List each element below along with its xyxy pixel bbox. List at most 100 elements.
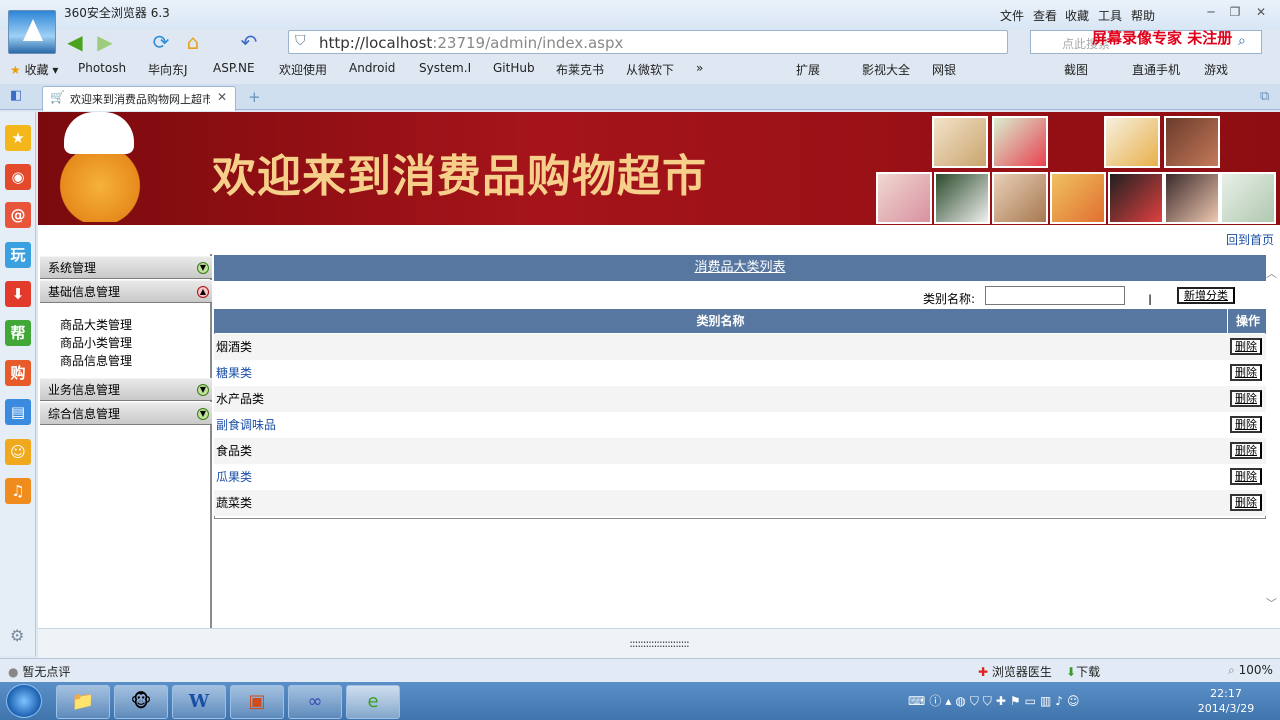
browser-doctor[interactable]: ✚ 浏览器医生 — [978, 663, 1052, 680]
list-title[interactable]: 消费品大类列表 — [214, 255, 1266, 281]
delete-button[interactable]: 删除 — [1230, 416, 1262, 433]
shield-icon: ⛉ — [295, 33, 306, 49]
bookmark-github[interactable]: GitHub — [493, 61, 535, 75]
delete-button[interactable]: 删除 — [1230, 494, 1262, 511]
new-tab-icon[interactable]: + — [248, 88, 261, 106]
menu-system[interactable]: 系统管理 ▼ — [40, 256, 212, 279]
toolbar-ebank[interactable]: 网银 — [932, 61, 956, 78]
bookmark-android[interactable]: Android — [349, 61, 395, 75]
recorder-watermark: 屏幕录像专家 未注册 — [1092, 29, 1233, 47]
url-text: http://localhost:23719/admin/index.aspx — [319, 34, 624, 52]
search-icon[interactable]: ⌕ — [1238, 33, 1246, 49]
bookmark-system[interactable]: System.I — [419, 61, 471, 75]
menu-comprehensive-info[interactable]: 综合信息管理 ▼ — [40, 402, 212, 425]
system-tray-icons[interactable]: ⌨ⓘ▴◍⛉⛉✚⚑▭▥♪☺ — [908, 692, 1083, 709]
bookmark-blake[interactable]: 布莱克书 — [556, 61, 604, 78]
menu-item-subcategory[interactable]: 商品小类管理 — [60, 334, 132, 351]
favorites-star-icon[interactable]: ★ — [5, 125, 31, 151]
toolbar-video[interactable]: 影视大全 — [862, 61, 910, 78]
restore-tabs-icon[interactable]: ⧉ — [1260, 89, 1269, 104]
add-category-button[interactable]: 新增分类 — [1177, 287, 1235, 304]
table-row: 副食调味品 删除 — [214, 412, 1266, 438]
forward-icon[interactable]: ▶ — [92, 30, 118, 54]
sidebar-toggle-icon[interactable]: ◧ — [10, 88, 22, 103]
banner-photo — [1164, 172, 1220, 224]
back-icon[interactable]: ◀ — [62, 30, 88, 54]
help-icon[interactable]: 帮 — [5, 320, 31, 346]
weibo-icon[interactable]: ◉ — [5, 164, 31, 190]
visual-studio-icon[interactable]: ∞ — [288, 685, 342, 719]
menu-business-info[interactable]: 业务信息管理 ▼ — [40, 378, 212, 401]
book-icon[interactable]: ▤ — [5, 399, 31, 425]
menu-item-product[interactable]: 商品信息管理 — [60, 352, 132, 369]
menu-tools[interactable]: 工具 — [1098, 7, 1122, 24]
undo-icon[interactable]: ↶ — [236, 30, 262, 54]
row-category-name: 糖果类 — [216, 366, 253, 380]
music-icon[interactable]: ♫ — [5, 478, 31, 504]
start-button-icon[interactable] — [6, 684, 42, 718]
menu-file[interactable]: 文件 — [1000, 7, 1024, 24]
home-icon[interactable]: ⌂ — [180, 30, 206, 54]
browser-title: 360安全浏览器 6.3 — [64, 6, 170, 20]
text-cursor-icon: I — [1148, 293, 1153, 309]
row-category-name: 瓜果类 — [216, 470, 253, 484]
download-icon[interactable]: ⬇ — [5, 281, 31, 307]
table-row: 糖果类 删除 — [214, 360, 1266, 386]
menu-view[interactable]: 查看 — [1033, 7, 1057, 24]
toolbar-games[interactable]: 游戏 — [1204, 61, 1228, 78]
delete-button[interactable]: 删除 — [1230, 390, 1262, 407]
close-window-icon[interactable]: ✕ — [1250, 5, 1272, 21]
banner-title: 欢迎来到消费品购物超市 — [212, 151, 707, 202]
bookmark-microsoft[interactable]: 从微软下 — [626, 61, 674, 78]
delete-button[interactable]: 删除 — [1230, 468, 1262, 485]
powerpoint-icon[interactable]: ▣ — [230, 685, 284, 719]
bookmark-welcome[interactable]: 欢迎使用 — [279, 61, 327, 78]
zoom-level[interactable]: ⌕ 100% — [1228, 663, 1273, 678]
play-icon[interactable]: 玩 — [5, 242, 31, 268]
bookmark-aspnet[interactable]: ASP.NE — [213, 61, 255, 75]
chef-hat — [64, 112, 134, 154]
toolbar-extensions[interactable]: 扩展 — [796, 61, 820, 78]
banner-photo — [932, 116, 988, 168]
shopping-icon[interactable]: 购 — [5, 360, 31, 386]
delete-button[interactable]: 删除 — [1230, 338, 1262, 355]
scroll-down-icon[interactable]: ﹀ — [1266, 595, 1277, 611]
delete-button[interactable]: 删除 — [1230, 364, 1262, 381]
bookmark-photoshop[interactable]: Photosh — [78, 61, 126, 75]
table-row: 瓜果类 删除 — [214, 464, 1266, 490]
menu-basic-info[interactable]: 基础信息管理 ▲ — [40, 280, 212, 303]
toolbar-screenshot[interactable]: 截图 — [1064, 61, 1088, 78]
download-status[interactable]: ⬇下载 — [1066, 663, 1100, 680]
scroll-up-icon[interactable]: ︿ — [1266, 265, 1277, 281]
table-row: 水产品类 删除 — [214, 386, 1266, 412]
home-link[interactable]: 回到首页 — [1226, 231, 1274, 248]
emoji-icon[interactable]: ☺ — [5, 439, 31, 465]
page-scrollbar[interactable]: ︿ ﹀ — [1266, 255, 1280, 628]
recorder-icon[interactable]: 🐵 — [114, 685, 168, 719]
bookmark-more[interactable]: » — [696, 61, 703, 75]
browser-360-icon[interactable]: e — [346, 685, 400, 719]
address-bar[interactable]: ⛉ http://localhost:23719/admin/index.asp… — [288, 30, 1008, 54]
settings-gear-icon[interactable]: ⚙ — [10, 626, 24, 645]
minimize-icon[interactable]: ─ — [1200, 5, 1222, 21]
review-status[interactable]: ● 暂无点评 — [8, 663, 70, 680]
cart-icon: 🛒 — [50, 90, 65, 104]
tab-close-icon[interactable]: ✕ — [217, 90, 227, 104]
toolbar-phone[interactable]: 直通手机 — [1132, 61, 1180, 78]
email-icon[interactable]: @ — [5, 202, 31, 228]
frame-splitter[interactable]: :::::::::::::::::::::: — [38, 628, 1280, 658]
refresh-icon[interactable]: ⟳ — [148, 30, 174, 54]
bookmark-bixiangdong[interactable]: 毕向东J — [148, 61, 188, 78]
delete-button[interactable]: 删除 — [1230, 442, 1262, 459]
collapse-icon: ▲ — [197, 286, 209, 298]
menu-item-category[interactable]: 商品大类管理 — [60, 316, 132, 333]
word-icon[interactable]: W — [172, 685, 226, 719]
maximize-icon[interactable]: ❐ — [1224, 5, 1246, 21]
category-name-input[interactable] — [985, 286, 1125, 305]
explorer-icon[interactable]: 📁 — [56, 685, 110, 719]
category-name-label: 类别名称: — [923, 292, 976, 306]
menu-help[interactable]: 帮助 — [1131, 7, 1155, 24]
taskbar-clock[interactable]: 22:17 2014/3/29 — [1196, 686, 1256, 716]
bookmark-favorites[interactable]: ★ 收藏 ▾ — [10, 61, 58, 78]
menu-favorites[interactable]: 收藏 — [1065, 7, 1089, 24]
